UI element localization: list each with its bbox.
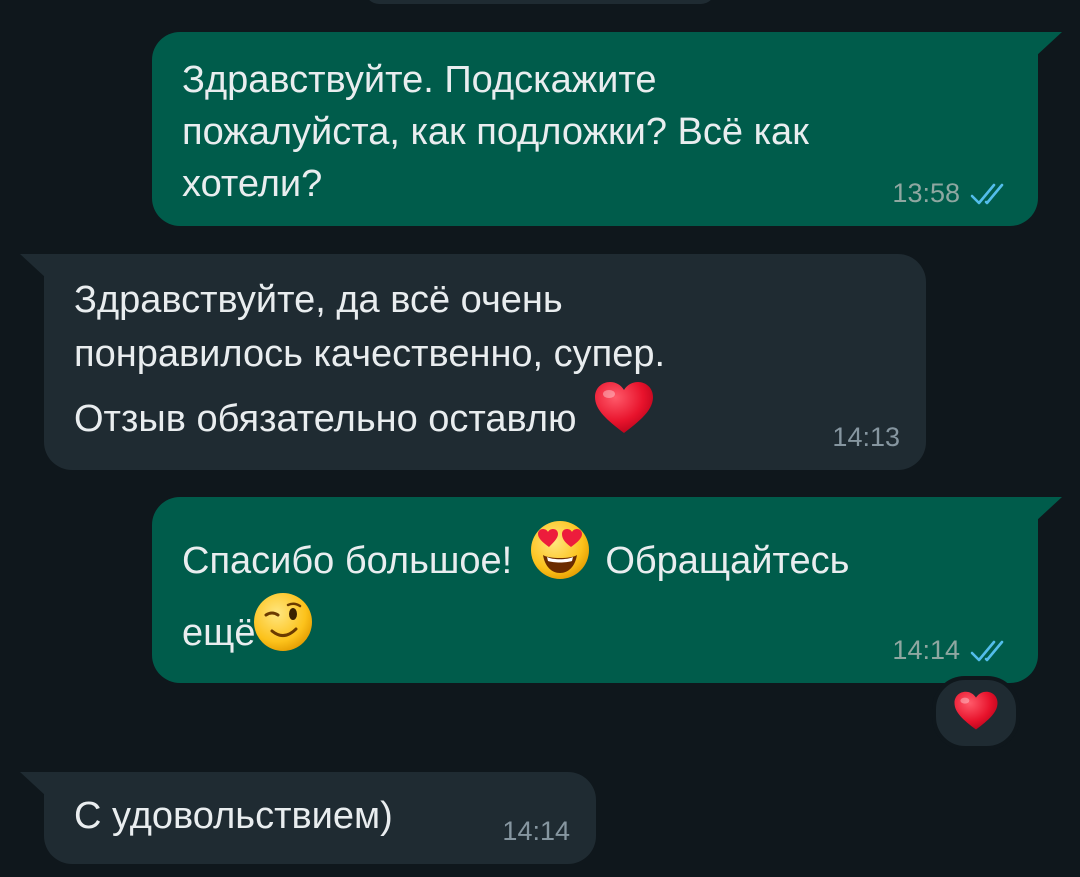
outgoing-message-bubble[interactable]: Здравствуйте. Подскажите пожалуйста, как… — [152, 32, 1062, 226]
message-text-fragment: ещё — [182, 612, 256, 655]
message-meta: 14:14 — [502, 816, 570, 847]
message-text-fragment: Обращайтесь — [605, 540, 850, 583]
message-time: 14:14 — [892, 635, 960, 665]
message-time: 13:58 — [892, 178, 960, 208]
double-check-read-icon — [970, 182, 1010, 206]
message-text-line: ещё — [182, 593, 314, 673]
bubble-tail — [20, 254, 46, 278]
heart-eyes-emoji — [529, 519, 591, 595]
message-meta: 14:13 — [832, 422, 900, 453]
previous-message-bubble-edge — [365, 0, 715, 4]
bubble-tail — [1036, 497, 1062, 521]
message-text-line: Здравствуйте, да всё очень — [74, 279, 563, 321]
message-text-line: хотели? — [182, 163, 323, 205]
message-text-line: Спасибо большое! Обращайтесь — [182, 521, 850, 601]
message-text-fragment: Спасибо большое! — [182, 540, 513, 583]
message-meta: 14:14 — [892, 635, 1010, 666]
message-text-line: Отзыв обязательно оставлю — [74, 382, 655, 456]
message-text-line: Здравствуйте. Подскажите — [182, 59, 657, 101]
outgoing-message-bubble[interactable]: Спасибо большое! Обращайтесь ещё 14:14 — [152, 497, 1062, 683]
red-heart-emoji — [953, 690, 999, 737]
bubble-tail — [20, 772, 46, 796]
message-time: 14:14 — [502, 816, 570, 846]
message-text-line: понравилось качественно, супер. — [74, 333, 666, 375]
message-text-fragment: Отзыв обязательно оставлю — [74, 398, 577, 441]
incoming-message-bubble[interactable]: Здравствуйте, да всё очень понравилось к… — [20, 254, 926, 470]
message-meta: 13:58 — [892, 178, 1010, 209]
message-reaction[interactable] — [932, 676, 1020, 750]
winking-face-emoji — [252, 591, 314, 667]
message-text-line: пожалуйста, как подложки? Всё как — [182, 111, 809, 153]
incoming-message-bubble[interactable]: С удовольствием) 14:14 — [20, 772, 596, 864]
message-time: 14:13 — [832, 422, 900, 452]
message-text-line: С удовольствием) — [74, 795, 393, 837]
bubble-tail — [1036, 32, 1062, 56]
double-check-read-icon — [970, 639, 1010, 663]
red-heart-emoji — [593, 380, 655, 450]
